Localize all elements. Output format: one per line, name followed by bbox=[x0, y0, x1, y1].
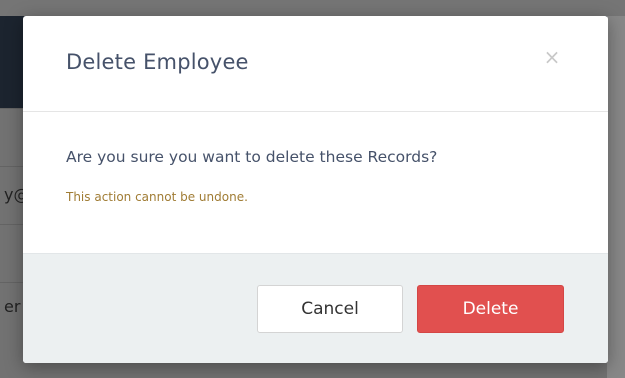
confirmation-message: Are you sure you want to delete these Re… bbox=[66, 148, 438, 166]
warning-message: This action cannot be undone. bbox=[66, 190, 248, 204]
page: y@ er Delete Employee × Are you sure you… bbox=[0, 0, 625, 378]
cancel-button[interactable]: Cancel bbox=[257, 285, 403, 333]
modal-body: Are you sure you want to delete these Re… bbox=[23, 112, 608, 253]
modal-header: Delete Employee × bbox=[23, 16, 608, 112]
close-icon[interactable]: × bbox=[541, 46, 563, 68]
delete-employee-modal: Delete Employee × Are you sure you want … bbox=[23, 16, 608, 363]
modal-title: Delete Employee bbox=[66, 50, 249, 74]
delete-button[interactable]: Delete bbox=[417, 285, 564, 333]
modal-footer: Cancel Delete bbox=[23, 253, 608, 363]
